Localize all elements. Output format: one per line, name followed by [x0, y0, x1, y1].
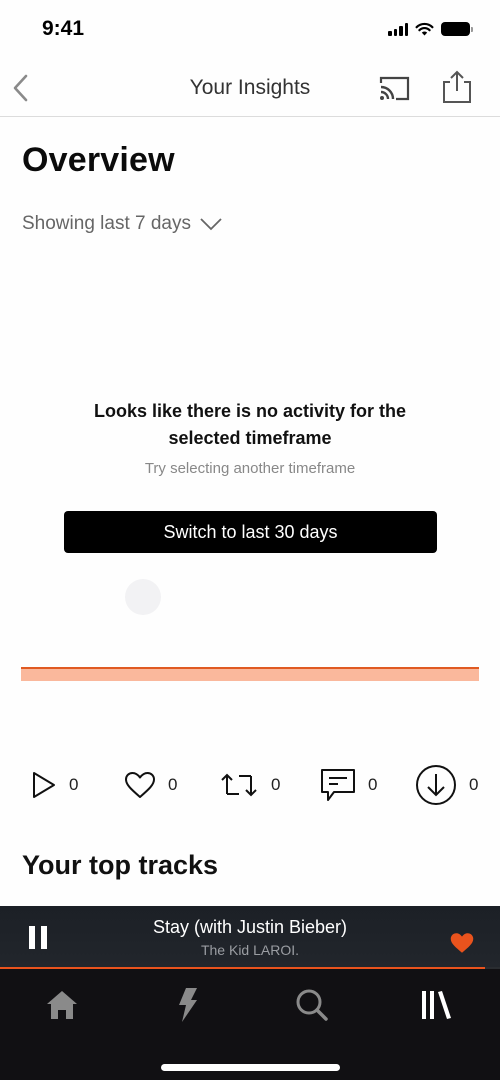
battery-icon — [441, 22, 473, 36]
chart-area — [21, 668, 479, 681]
top-tracks-heading: Your top tracks — [22, 850, 219, 880]
play-icon — [33, 772, 55, 798]
cast-icon — [379, 76, 410, 101]
timeframe-label: Showing last 7 days — [22, 213, 191, 234]
stat-count: 0 — [168, 775, 178, 794]
track-artist: The Kid LAROI. — [200, 942, 300, 958]
chevron-down-icon — [200, 218, 222, 231]
tab-stream[interactable] — [168, 985, 208, 1025]
share-button[interactable] — [440, 70, 474, 104]
stat-count: 0 — [469, 775, 479, 794]
share-icon — [443, 70, 471, 103]
heart-filled-icon — [450, 933, 474, 953]
home-indicator — [161, 1064, 340, 1071]
cellular-signal-icon — [388, 22, 408, 36]
repost-icon — [221, 773, 257, 797]
track-title: Stay (with Justin Bieber) — [152, 917, 348, 937]
switch-timeframe-button[interactable]: Switch to last 30 days — [64, 511, 437, 553]
comment-icon — [321, 769, 355, 801]
tab-search[interactable] — [292, 985, 332, 1025]
empty-state-title: Looks like there is no activity for the … — [93, 401, 407, 448]
cast-button[interactable] — [377, 74, 411, 104]
status-bar: 9:41 — [0, 0, 500, 60]
heart-icon — [125, 772, 155, 798]
stat-reposts[interactable]: 0 — [219, 762, 280, 808]
status-icons — [388, 22, 473, 36]
timeframe-dropdown[interactable]: Showing last 7 days — [22, 213, 223, 235]
stat-count: 0 — [271, 775, 281, 794]
home-icon — [47, 991, 77, 1019]
page-title: Your Insights — [189, 76, 311, 99]
loading-placeholder — [125, 579, 161, 615]
lightning-icon — [179, 988, 197, 1022]
wifi-icon — [415, 22, 434, 36]
tab-home[interactable] — [42, 985, 82, 1025]
empty-state-subtitle: Try selecting another timeframe — [144, 460, 356, 477]
nav-bar: Your Insights — [0, 60, 500, 117]
library-icon — [422, 991, 451, 1019]
stat-count: 0 — [368, 775, 378, 794]
like-button[interactable] — [450, 932, 474, 954]
tab-library[interactable] — [416, 985, 456, 1025]
stat-likes[interactable]: 0 — [124, 762, 177, 808]
stat-count: 0 — [69, 775, 79, 794]
activity-chart — [21, 667, 479, 681]
stat-downloads[interactable]: 0 — [415, 762, 478, 808]
search-icon — [296, 989, 328, 1021]
tab-bar — [0, 969, 500, 1080]
stats-row: 0 0 0 0 0 — [0, 762, 500, 808]
status-time: 9:41 — [42, 17, 85, 40]
download-icon — [416, 765, 456, 805]
mini-player[interactable]: Stay (with Justin Bieber) The Kid LAROI. — [0, 906, 500, 969]
overview-heading: Overview — [22, 141, 175, 179]
stat-plays[interactable]: 0 — [31, 762, 78, 808]
stat-comments[interactable]: 0 — [320, 762, 377, 808]
